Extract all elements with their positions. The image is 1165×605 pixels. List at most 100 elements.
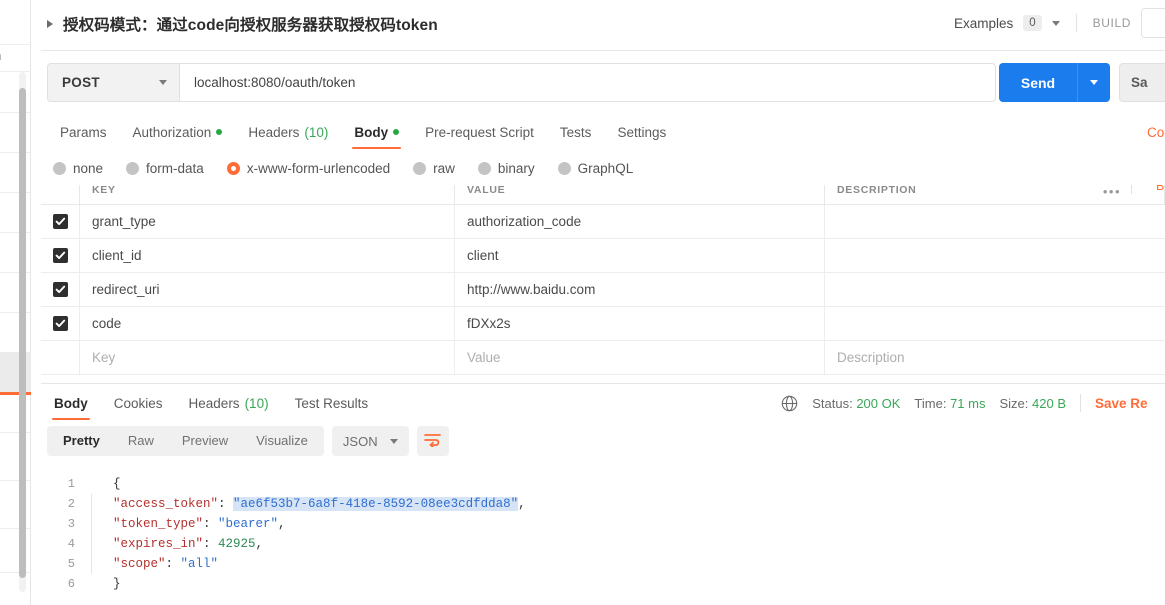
- tab-settings[interactable]: Settings: [604, 113, 679, 151]
- code-line: 2 "access_token": "ae6f53b7-6a8f-418e-85…: [41, 494, 1165, 514]
- request-title-bar: 授权码模式：通过code向授权服务器获取授权码token Examples 0 …: [41, 0, 1165, 51]
- description-placeholder: Description: [837, 350, 905, 365]
- tab-body[interactable]: Body: [341, 113, 412, 151]
- tab-count: (10): [304, 124, 329, 140]
- table-header-row: KEY VALUE DESCRIPTION ••• B: [41, 185, 1165, 205]
- view-raw[interactable]: Raw: [114, 426, 168, 456]
- language-select[interactable]: JSON: [331, 426, 409, 456]
- body-type-binary[interactable]: binary: [477, 161, 549, 176]
- table-row[interactable]: code fDXx2s: [41, 307, 1165, 341]
- row-checkbox-cell[interactable]: [41, 307, 80, 340]
- view-pretty[interactable]: Pretty: [49, 426, 114, 456]
- chevron-down-icon: [1090, 80, 1098, 85]
- json-key: "token_type": [113, 517, 204, 531]
- body-type-raw[interactable]: raw: [413, 161, 469, 176]
- status-value: 200 OK: [856, 395, 901, 411]
- checkbox-checked-icon[interactable]: [52, 282, 68, 297]
- sidebar-scrollbar-thumb[interactable]: [19, 88, 26, 578]
- row-key-cell[interactable]: grant_type: [80, 205, 455, 238]
- tab-params[interactable]: Params: [47, 113, 120, 151]
- row-value-cell[interactable]: authorization_code: [455, 205, 825, 238]
- view-preview[interactable]: Preview: [168, 426, 242, 456]
- row-checkbox-cell[interactable]: [41, 273, 80, 306]
- url-input[interactable]: localhost:8080/oauth/token: [180, 64, 995, 101]
- bulk-edit-link[interactable]: B: [1156, 185, 1164, 193]
- line-number: 1: [67, 477, 75, 491]
- tab-tests[interactable]: Tests: [547, 113, 605, 151]
- new-value-input[interactable]: Value: [455, 341, 825, 374]
- build-button[interactable]: BUILD: [1093, 16, 1131, 30]
- checkbox-checked-icon[interactable]: [52, 316, 68, 331]
- row-description-cell[interactable]: [825, 307, 1165, 340]
- new-key-input[interactable]: Key: [80, 341, 455, 374]
- response-tab-headers[interactable]: Headers (10): [176, 384, 282, 422]
- save-button[interactable]: Sa: [1119, 63, 1165, 102]
- json-string-value: "all": [180, 557, 219, 571]
- row-checkbox-cell[interactable]: [41, 239, 80, 272]
- indent-guide: [91, 574, 92, 594]
- tab-label: Body: [354, 124, 389, 140]
- triangle-right-icon[interactable]: [47, 20, 53, 28]
- indent-guide: [91, 474, 92, 494]
- cookies-link[interactable]: Coo: [1147, 125, 1165, 140]
- table-row[interactable]: client_id client: [41, 239, 1165, 273]
- code-line: 1 {: [41, 474, 1165, 494]
- header-key-cell: KEY: [80, 185, 455, 204]
- response-body-code[interactable]: 1 { 2 "access_token": "ae6f53b7-6a8f-418…: [41, 468, 1165, 605]
- chevron-down-icon[interactable]: [159, 80, 167, 85]
- row-checkbox-cell[interactable]: [41, 341, 80, 374]
- row-value-cell[interactable]: http://www.baidu.com: [455, 273, 825, 306]
- row-description-cell[interactable]: [825, 205, 1165, 238]
- row-description-cell[interactable]: [825, 239, 1165, 272]
- tab-authorization[interactable]: Authorization: [120, 113, 236, 151]
- row-key-cell[interactable]: code: [80, 307, 455, 340]
- body-type-form-data[interactable]: form-data: [126, 161, 218, 176]
- word-wrap-icon: [424, 433, 441, 450]
- row-key-cell[interactable]: redirect_uri: [80, 273, 455, 306]
- response-tab-test-results[interactable]: Test Results: [282, 384, 382, 422]
- row-description-cell[interactable]: [825, 273, 1165, 306]
- view-visualize[interactable]: Visualize: [242, 426, 322, 456]
- table-row[interactable]: grant_type authorization_code: [41, 205, 1165, 239]
- examples-label: Examples: [953, 15, 1014, 31]
- body-type-x-www-form-urlencoded[interactable]: x-www-form-urlencoded: [226, 161, 404, 176]
- tab-headers[interactable]: Headers (10): [235, 113, 341, 151]
- row-value-cell[interactable]: client: [455, 239, 825, 272]
- row-key-cell[interactable]: client_id: [80, 239, 455, 272]
- row-checkbox-cell[interactable]: [41, 205, 80, 238]
- sidebar-sliver: h: [0, 0, 31, 605]
- save-response-link[interactable]: Save Re: [1095, 396, 1157, 411]
- chevron-down-icon[interactable]: [1051, 20, 1060, 26]
- response-tab-cookies[interactable]: Cookies: [101, 384, 176, 422]
- send-button-label[interactable]: Send: [999, 63, 1078, 102]
- tab-pre-request-script[interactable]: Pre-request Script: [412, 113, 547, 151]
- body-type-radio-group: none form-data x-www-form-urlencoded raw…: [41, 151, 1165, 185]
- new-description-input[interactable]: Description: [825, 341, 1165, 374]
- table-options-icon[interactable]: •••: [1103, 185, 1121, 199]
- time-group: Time: 71 ms: [914, 396, 985, 411]
- line-number: 3: [67, 517, 75, 531]
- send-options-button[interactable]: [1078, 63, 1110, 102]
- checkbox-checked-icon[interactable]: [52, 248, 68, 263]
- row-value-cell[interactable]: fDXx2s: [455, 307, 825, 340]
- globe-icon[interactable]: [781, 395, 798, 412]
- code-text: "scope": "all": [113, 557, 219, 571]
- checkbox-checked-icon[interactable]: [52, 214, 68, 229]
- response-view-segmented: Pretty Raw Preview Visualize: [47, 426, 324, 456]
- body-type-none[interactable]: none: [53, 161, 117, 176]
- request-pane: 授权码模式：通过code向授权服务器获取授权码token Examples 0 …: [41, 0, 1165, 605]
- body-type-graphql[interactable]: GraphQL: [557, 161, 648, 176]
- row-value-text: authorization_code: [467, 214, 582, 229]
- response-tab-body[interactable]: Body: [41, 384, 101, 422]
- size-group: Size: 420 B: [999, 396, 1066, 411]
- response-format-bar: Pretty Raw Preview Visualize JSON: [47, 426, 449, 456]
- word-wrap-button[interactable]: [416, 426, 449, 456]
- tab-label: Tests: [559, 124, 592, 140]
- send-button[interactable]: Send: [999, 63, 1110, 102]
- table-row-empty[interactable]: Key Value Description: [41, 341, 1165, 375]
- method-select[interactable]: POST: [48, 64, 180, 101]
- edge-action-button[interactable]: [1141, 8, 1165, 38]
- request-title-group[interactable]: 授权码模式：通过code向授权服务器获取授权码token: [47, 13, 438, 35]
- table-row[interactable]: redirect_uri http://www.baidu.com: [41, 273, 1165, 307]
- json-key: "access_token": [113, 497, 219, 511]
